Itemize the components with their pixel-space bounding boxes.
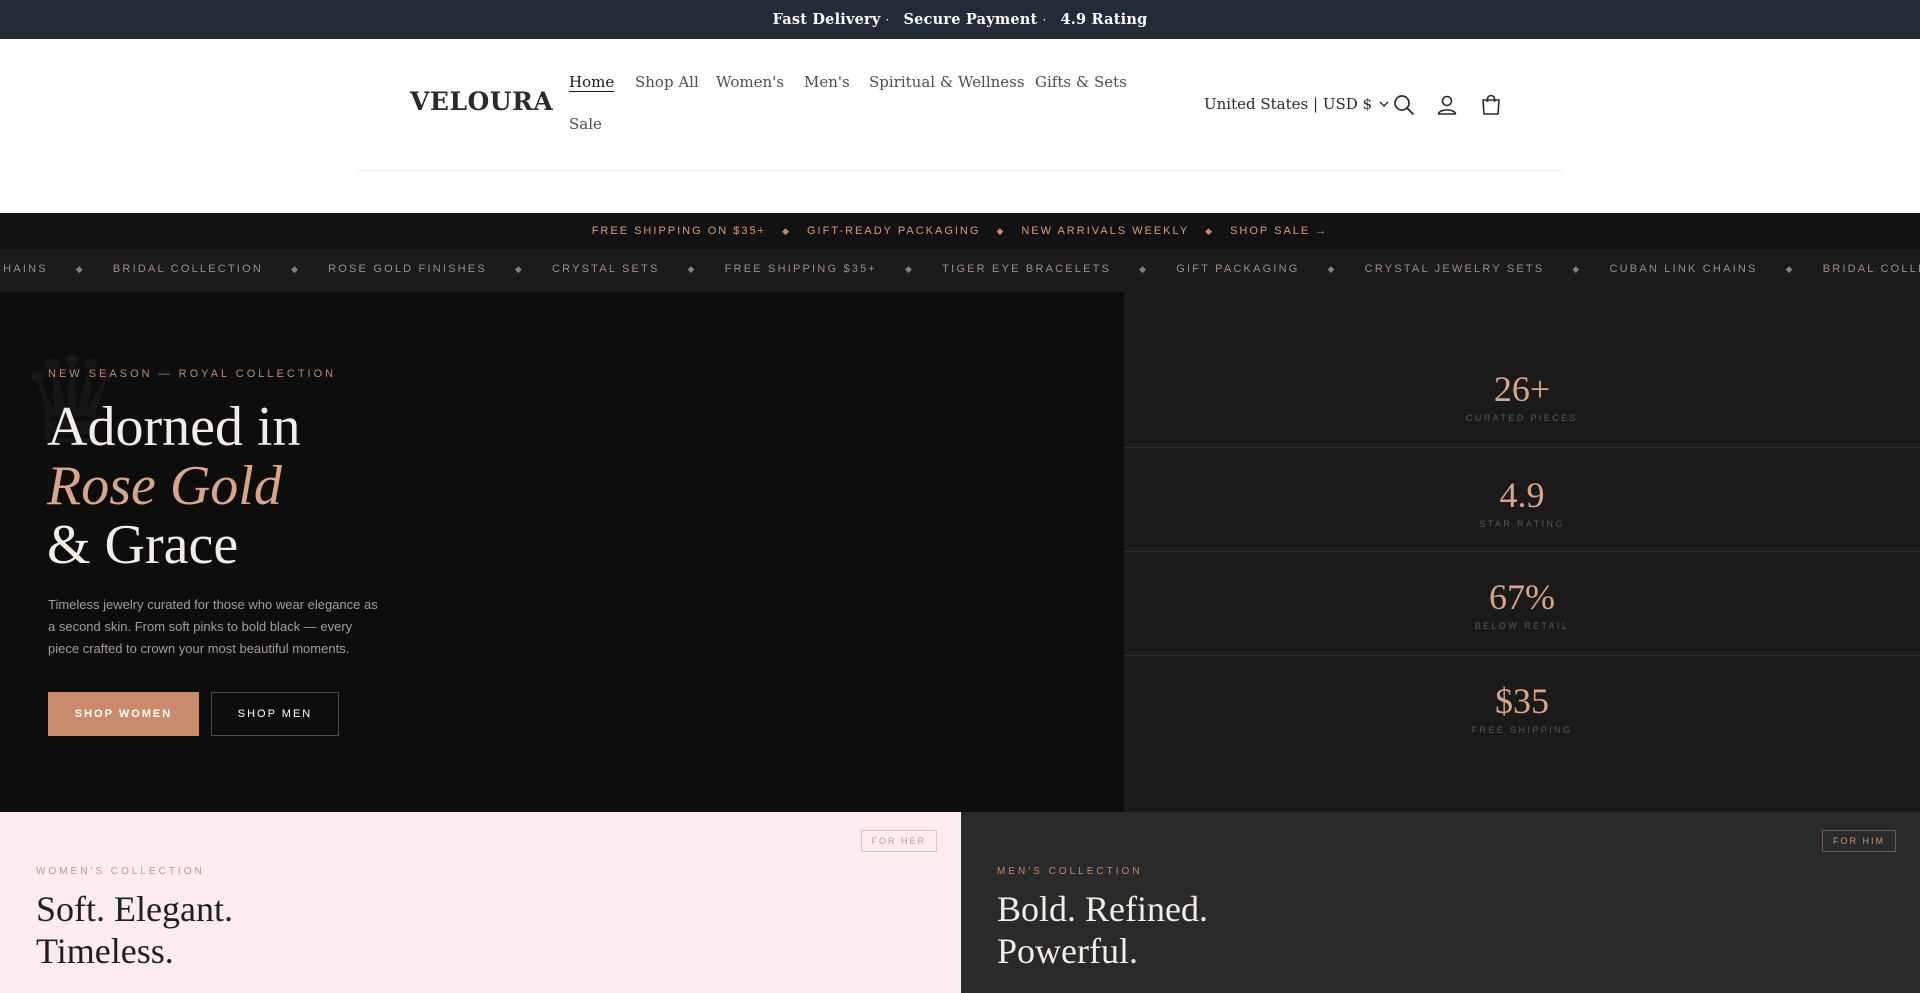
diamond-icon: ◆: [1785, 263, 1795, 274]
hero-title-line-3: & Grace: [47, 514, 239, 576]
promo-strip: FREE SHIPPING ON $35+ ◆ GIFT-READY PACKA…: [0, 213, 1920, 249]
ticker-item: CUBAN LINK CHAINS: [1609, 263, 1758, 275]
nav-item-sale[interactable]: Sale: [569, 115, 602, 133]
diamond-icon: ◆: [290, 263, 301, 274]
stat-value: 4.9: [1499, 475, 1545, 515]
hero-title: Adorned in Rose Gold & Grace: [47, 398, 301, 575]
hero-title-line-1: Adorned in: [47, 396, 301, 458]
ticker-item: GIFT PACKAGING: [1176, 263, 1300, 275]
nav-item-shop-all[interactable]: Shop All: [635, 73, 699, 91]
for-her-tag: FOR HER: [860, 830, 937, 852]
mens-title-line-1: Bold. Refined.: [997, 889, 1208, 929]
category-ticker: CHAINS ◆ BRIDAL COLLECTION ◆ ROSE GOLD FINIS…: [0, 249, 1920, 292]
shop-men-button[interactable]: SHOP MEN: [211, 692, 339, 736]
chevron-down-icon: [1379, 101, 1389, 107]
diamond-icon: ◆: [75, 263, 85, 274]
ticker-item: FREE SHIPPING $35+: [724, 263, 878, 275]
diamond-icon: ◆: [1572, 263, 1582, 274]
ticker-item: CRYSTAL SETS: [552, 263, 660, 275]
account-icon[interactable]: [1435, 93, 1459, 117]
stat-value: $35: [1495, 681, 1549, 721]
country-selector[interactable]: United States | USD $: [1204, 95, 1390, 113]
announcement-rating: 4.9 Rating: [1060, 11, 1148, 28]
site-logo[interactable]: VELOURA: [410, 87, 553, 116]
nav-item-gifts-sets[interactable]: Gifts & Sets: [1035, 73, 1127, 91]
stat-star-rating: 4.9 STAR RATING: [1124, 475, 1920, 529]
mens-collection-title: Bold. Refined. Powerful.: [997, 888, 1208, 972]
ticker-item: ROSE GOLD FINISHES: [328, 263, 487, 275]
diamond-icon: ◆: [905, 263, 915, 274]
promo-free-shipping: FREE SHIPPING ON $35+: [591, 225, 767, 237]
diamond-icon: ◆: [1205, 225, 1215, 236]
stat-curated-pieces: 26+ CURATED PIECES: [1124, 369, 1920, 423]
mens-collection-card[interactable]: FOR HIM MEN'S COLLECTION Bold. Refined. …: [961, 812, 1920, 993]
promo-gift-packaging: GIFT-READY PACKAGING: [806, 225, 981, 237]
nav-item-womens[interactable]: Women's: [716, 73, 784, 91]
ticker-item: CRYSTAL JEWELRY SETS: [1364, 263, 1545, 275]
announcement-separator: ·: [885, 12, 890, 27]
womens-title-line-2: Timeless.: [36, 931, 174, 971]
stat-label: FREE SHIPPING: [1471, 725, 1573, 735]
ticker-item: TIGER EYE BRACELETS: [942, 263, 1112, 275]
stats-panel: 26+ CURATED PIECES 4.9 STAR RATING 67% B…: [1124, 292, 1920, 812]
hero-description: Timeless jewelry curated for those who w…: [48, 597, 378, 656]
cart-icon[interactable]: [1479, 93, 1503, 117]
nav-item-home[interactable]: Home: [569, 73, 614, 91]
promo-shop-sale-link[interactable]: SHOP SALE →: [1230, 225, 1328, 237]
stat-label: BELOW RETAIL: [1474, 621, 1570, 631]
womens-collection-title: Soft. Elegant. Timeless.: [36, 888, 233, 972]
mens-collection-eyebrow: MEN'S COLLECTION: [997, 866, 1143, 877]
stat-value: 26+: [1493, 369, 1551, 409]
diamond-icon: ◆: [514, 263, 525, 274]
diamond-icon: ◆: [996, 225, 1006, 236]
diamond-icon: ◆: [1139, 263, 1149, 274]
nav-item-spiritual-wellness[interactable]: Spiritual & Wellness: [869, 73, 1025, 91]
womens-title-line-1: Soft. Elegant.: [36, 889, 233, 929]
ticker-item: CHAINS: [0, 263, 48, 275]
hero-eyebrow: NEW SEASON — ROYAL COLLECTION: [48, 368, 337, 380]
diamond-icon: ◆: [687, 263, 697, 274]
stat-divider: [1124, 551, 1920, 552]
announcement-secure-payment: Secure Payment: [903, 11, 1038, 28]
stat-label: CURATED PIECES: [1466, 413, 1578, 423]
ticker-track: CHAINS ◆ BRIDAL COLLECTION ◆ ROSE GOLD FINIS…: [0, 263, 1920, 275]
ticker-item: BRIDAL COLLECTION: [112, 263, 263, 275]
nav-item-mens[interactable]: Men's: [804, 73, 850, 91]
stat-value: 67%: [1489, 577, 1555, 617]
search-icon[interactable]: [1392, 93, 1416, 117]
announcement-fast-delivery: Fast Delivery: [772, 11, 881, 28]
hero-title-line-2: Rose Gold: [47, 455, 282, 517]
womens-collection-card[interactable]: FOR HER WOMEN'S COLLECTION Soft. Elegant…: [0, 812, 961, 993]
shop-women-button[interactable]: SHOP WOMEN: [48, 692, 199, 736]
diamond-icon: ◆: [782, 225, 791, 236]
ticker-item: BRIDAL COLLECTION: [1822, 263, 1920, 275]
stat-below-retail: 67% BELOW RETAIL: [1124, 577, 1920, 631]
site-header: VELOURA Home Shop All Women's Men's Spir…: [0, 39, 1920, 171]
country-selector-label: United States | USD $: [1204, 95, 1373, 113]
mens-title-line-2: Powerful.: [997, 931, 1138, 971]
spacer: [0, 171, 1920, 213]
womens-collection-eyebrow: WOMEN'S COLLECTION: [36, 866, 205, 877]
announcement-separator: ·: [1042, 12, 1047, 27]
for-him-tag: FOR HIM: [1822, 830, 1896, 852]
promo-new-arrivals: NEW ARRIVALS WEEKLY: [1021, 225, 1190, 237]
stat-divider: [1124, 655, 1920, 656]
diamond-icon: ◆: [1327, 263, 1337, 274]
stat-divider: [1124, 447, 1920, 448]
stat-label: STAR RATING: [1479, 519, 1565, 529]
stat-free-shipping: $35 FREE SHIPPING: [1124, 681, 1920, 735]
announcement-bar: Fast Delivery · Secure Payment · 4.9 Rat…: [0, 0, 1920, 39]
hero-section: ♛ NEW SEASON — ROYAL COLLECTION Adorned …: [0, 292, 1124, 812]
